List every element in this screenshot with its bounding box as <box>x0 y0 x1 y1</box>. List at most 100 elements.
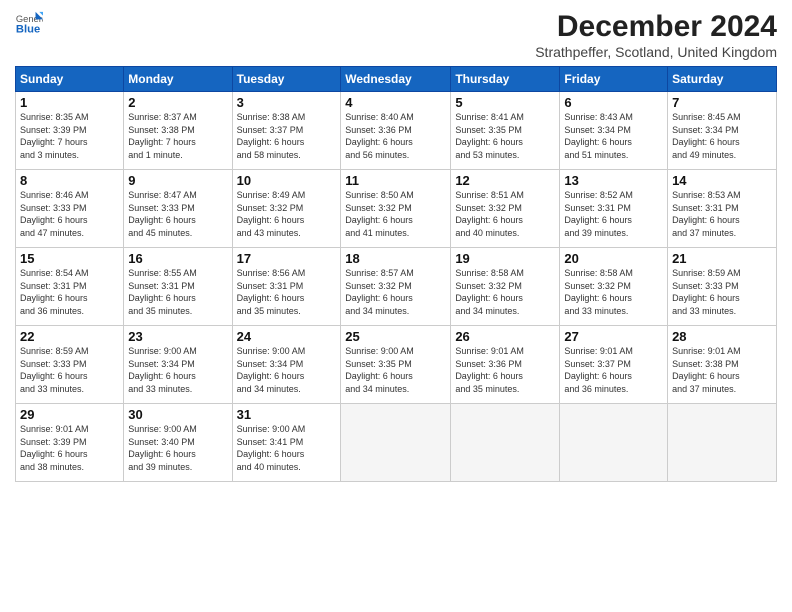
table-cell: 25 Sunrise: 9:00 AMSunset: 3:35 PMDaylig… <box>341 326 451 404</box>
day-info: Sunrise: 8:55 AMSunset: 3:31 PMDaylight:… <box>128 267 227 317</box>
day-info: Sunrise: 8:56 AMSunset: 3:31 PMDaylight:… <box>237 267 337 317</box>
day-info: Sunrise: 8:53 AMSunset: 3:31 PMDaylight:… <box>672 189 772 239</box>
day-number: 24 <box>237 329 337 344</box>
table-cell: 3 Sunrise: 8:38 AMSunset: 3:37 PMDayligh… <box>232 92 341 170</box>
table-cell: 15 Sunrise: 8:54 AMSunset: 3:31 PMDaylig… <box>16 248 124 326</box>
day-number: 13 <box>564 173 663 188</box>
day-number: 22 <box>20 329 119 344</box>
col-sunday: Sunday <box>16 67 124 92</box>
table-cell: 28 Sunrise: 9:01 AMSunset: 3:38 PMDaylig… <box>668 326 777 404</box>
table-cell: 5 Sunrise: 8:41 AMSunset: 3:35 PMDayligh… <box>451 92 560 170</box>
day-number: 29 <box>20 407 119 422</box>
table-cell: 8 Sunrise: 8:46 AMSunset: 3:33 PMDayligh… <box>16 170 124 248</box>
day-number: 11 <box>345 173 446 188</box>
col-wednesday: Wednesday <box>341 67 451 92</box>
main-title: December 2024 <box>535 10 777 44</box>
subtitle: Strathpeffer, Scotland, United Kingdom <box>535 44 777 60</box>
day-number: 19 <box>455 251 555 266</box>
day-number: 3 <box>237 95 337 110</box>
day-number: 17 <box>237 251 337 266</box>
table-row: 1 Sunrise: 8:35 AMSunset: 3:39 PMDayligh… <box>16 92 777 170</box>
table-cell: 1 Sunrise: 8:35 AMSunset: 3:39 PMDayligh… <box>16 92 124 170</box>
day-number: 2 <box>128 95 227 110</box>
day-number: 10 <box>237 173 337 188</box>
day-info: Sunrise: 9:00 AMSunset: 3:34 PMDaylight:… <box>128 345 227 395</box>
col-saturday: Saturday <box>668 67 777 92</box>
table-cell: 9 Sunrise: 8:47 AMSunset: 3:33 PMDayligh… <box>124 170 232 248</box>
day-info: Sunrise: 9:01 AMSunset: 3:39 PMDaylight:… <box>20 423 119 473</box>
day-info: Sunrise: 9:00 AMSunset: 3:40 PMDaylight:… <box>128 423 227 473</box>
table-cell: 2 Sunrise: 8:37 AMSunset: 3:38 PMDayligh… <box>124 92 232 170</box>
col-friday: Friday <box>560 67 668 92</box>
day-info: Sunrise: 8:37 AMSunset: 3:38 PMDaylight:… <box>128 111 227 161</box>
day-info: Sunrise: 8:54 AMSunset: 3:31 PMDaylight:… <box>20 267 119 317</box>
col-monday: Monday <box>124 67 232 92</box>
table-cell: 29 Sunrise: 9:01 AMSunset: 3:39 PMDaylig… <box>16 404 124 482</box>
table-cell: 22 Sunrise: 8:59 AMSunset: 3:33 PMDaylig… <box>16 326 124 404</box>
day-info: Sunrise: 8:59 AMSunset: 3:33 PMDaylight:… <box>672 267 772 317</box>
table-cell: 20 Sunrise: 8:58 AMSunset: 3:32 PMDaylig… <box>560 248 668 326</box>
table-cell: 26 Sunrise: 9:01 AMSunset: 3:36 PMDaylig… <box>451 326 560 404</box>
day-number: 28 <box>672 329 772 344</box>
day-number: 5 <box>455 95 555 110</box>
day-info: Sunrise: 9:00 AMSunset: 3:41 PMDaylight:… <box>237 423 337 473</box>
day-number: 21 <box>672 251 772 266</box>
table-cell <box>341 404 451 482</box>
day-number: 23 <box>128 329 227 344</box>
day-number: 16 <box>128 251 227 266</box>
day-number: 1 <box>20 95 119 110</box>
page: General Blue December 2024 Strathpeffer,… <box>0 0 792 612</box>
day-number: 20 <box>564 251 663 266</box>
day-info: Sunrise: 8:46 AMSunset: 3:33 PMDaylight:… <box>20 189 119 239</box>
logo: General Blue <box>15 10 43 38</box>
day-number: 7 <box>672 95 772 110</box>
table-cell: 10 Sunrise: 8:49 AMSunset: 3:32 PMDaylig… <box>232 170 341 248</box>
day-info: Sunrise: 8:49 AMSunset: 3:32 PMDaylight:… <box>237 189 337 239</box>
day-info: Sunrise: 8:52 AMSunset: 3:31 PMDaylight:… <box>564 189 663 239</box>
day-info: Sunrise: 8:58 AMSunset: 3:32 PMDaylight:… <box>564 267 663 317</box>
day-info: Sunrise: 8:58 AMSunset: 3:32 PMDaylight:… <box>455 267 555 317</box>
table-cell: 6 Sunrise: 8:43 AMSunset: 3:34 PMDayligh… <box>560 92 668 170</box>
day-info: Sunrise: 9:00 AMSunset: 3:34 PMDaylight:… <box>237 345 337 395</box>
day-info: Sunrise: 8:59 AMSunset: 3:33 PMDaylight:… <box>20 345 119 395</box>
table-row: 15 Sunrise: 8:54 AMSunset: 3:31 PMDaylig… <box>16 248 777 326</box>
day-info: Sunrise: 8:47 AMSunset: 3:33 PMDaylight:… <box>128 189 227 239</box>
logo-icon: General Blue <box>15 10 43 38</box>
day-info: Sunrise: 8:50 AMSunset: 3:32 PMDaylight:… <box>345 189 446 239</box>
table-cell: 19 Sunrise: 8:58 AMSunset: 3:32 PMDaylig… <box>451 248 560 326</box>
day-info: Sunrise: 8:45 AMSunset: 3:34 PMDaylight:… <box>672 111 772 161</box>
table-cell: 4 Sunrise: 8:40 AMSunset: 3:36 PMDayligh… <box>341 92 451 170</box>
table-cell <box>668 404 777 482</box>
title-block: December 2024 Strathpeffer, Scotland, Un… <box>535 10 777 60</box>
day-number: 18 <box>345 251 446 266</box>
day-number: 31 <box>237 407 337 422</box>
table-cell: 11 Sunrise: 8:50 AMSunset: 3:32 PMDaylig… <box>341 170 451 248</box>
table-row: 29 Sunrise: 9:01 AMSunset: 3:39 PMDaylig… <box>16 404 777 482</box>
day-info: Sunrise: 8:41 AMSunset: 3:35 PMDaylight:… <box>455 111 555 161</box>
col-tuesday: Tuesday <box>232 67 341 92</box>
table-cell: 23 Sunrise: 9:00 AMSunset: 3:34 PMDaylig… <box>124 326 232 404</box>
day-number: 25 <box>345 329 446 344</box>
day-info: Sunrise: 9:01 AMSunset: 3:36 PMDaylight:… <box>455 345 555 395</box>
table-cell: 13 Sunrise: 8:52 AMSunset: 3:31 PMDaylig… <box>560 170 668 248</box>
day-number: 4 <box>345 95 446 110</box>
day-number: 6 <box>564 95 663 110</box>
table-cell <box>560 404 668 482</box>
table-cell: 16 Sunrise: 8:55 AMSunset: 3:31 PMDaylig… <box>124 248 232 326</box>
day-info: Sunrise: 8:43 AMSunset: 3:34 PMDaylight:… <box>564 111 663 161</box>
day-info: Sunrise: 8:35 AMSunset: 3:39 PMDaylight:… <box>20 111 119 161</box>
day-info: Sunrise: 8:38 AMSunset: 3:37 PMDaylight:… <box>237 111 337 161</box>
day-number: 9 <box>128 173 227 188</box>
day-info: Sunrise: 8:51 AMSunset: 3:32 PMDaylight:… <box>455 189 555 239</box>
table-cell: 24 Sunrise: 9:00 AMSunset: 3:34 PMDaylig… <box>232 326 341 404</box>
day-info: Sunrise: 9:01 AMSunset: 3:38 PMDaylight:… <box>672 345 772 395</box>
table-cell: 30 Sunrise: 9:00 AMSunset: 3:40 PMDaylig… <box>124 404 232 482</box>
table-cell: 14 Sunrise: 8:53 AMSunset: 3:31 PMDaylig… <box>668 170 777 248</box>
table-cell: 12 Sunrise: 8:51 AMSunset: 3:32 PMDaylig… <box>451 170 560 248</box>
day-number: 12 <box>455 173 555 188</box>
day-info: Sunrise: 8:40 AMSunset: 3:36 PMDaylight:… <box>345 111 446 161</box>
svg-text:Blue: Blue <box>16 23 40 35</box>
table-cell: 31 Sunrise: 9:00 AMSunset: 3:41 PMDaylig… <box>232 404 341 482</box>
day-info: Sunrise: 9:01 AMSunset: 3:37 PMDaylight:… <box>564 345 663 395</box>
day-info: Sunrise: 9:00 AMSunset: 3:35 PMDaylight:… <box>345 345 446 395</box>
